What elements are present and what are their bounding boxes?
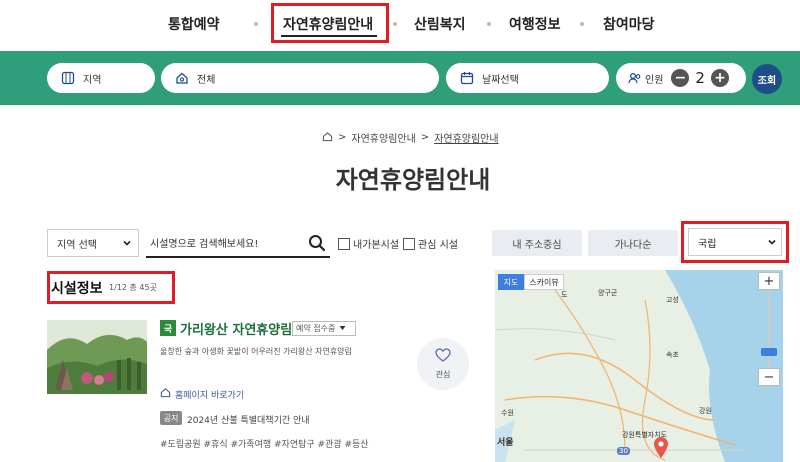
zoom-in-button[interactable]: + <box>758 272 780 290</box>
breadcrumb: > 자연휴양림안내 > 자연휴양림안내 <box>322 130 499 145</box>
nav-separator-dot <box>393 22 397 26</box>
operator-type-select[interactable]: 국립 <box>688 228 782 256</box>
nav-separator-dot <box>487 22 491 26</box>
people-field-label: 인원 <box>645 74 664 86</box>
notice-text-link[interactable]: 2024년 산불 특별대책기간 안내 <box>187 413 310 426</box>
nav-separator-dot <box>254 22 258 26</box>
region-select-value: 지역 선택 <box>57 239 97 251</box>
map-tab-skyview[interactable]: 스카이뷰 <box>524 274 564 290</box>
nav-item-forest-welfare[interactable]: 산림복지 <box>414 14 466 34</box>
facility-tags: #도립공원 #휴식 #가족여행 #자연탐구 #관광 #등산 <box>160 440 369 450</box>
region-select[interactable]: 지역 선택 <box>47 229 139 257</box>
breadcrumb-current[interactable]: 자연휴양림안내 <box>434 130 498 145</box>
facility-thumbnail[interactable] <box>47 320 147 394</box>
heart-icon <box>435 348 451 364</box>
facility-search-input[interactable]: 시설명으로 검색해보세요! <box>146 229 330 258</box>
facility-search-placeholder: 시설명으로 검색해보세요! <box>150 239 259 250</box>
home-icon[interactable] <box>322 131 333 145</box>
homepage-link-label: 홈페이지 바로가기 <box>175 390 245 401</box>
map-icon <box>61 71 75 85</box>
region-field-label: 지역 <box>83 74 102 86</box>
date-field-label: 날짜선택 <box>482 74 519 86</box>
facility-info-title: 시설정보 <box>51 281 103 297</box>
people-minus-button[interactable]: − <box>671 69 690 87</box>
zoom-out-button[interactable]: − <box>758 368 780 386</box>
national-badge: 국 <box>160 320 176 336</box>
home-location-icon <box>175 71 189 85</box>
map-zoom-control: + − <box>758 272 780 390</box>
location-pin-icon[interactable] <box>653 436 669 462</box>
reservation-status-label: 예약 접수중 <box>296 324 336 333</box>
checkbox-box[interactable] <box>403 237 415 250</box>
main-nav: 통합예약 자연휴양림안내 산림복지 여행정보 참여마당 <box>0 0 800 50</box>
nav-separator-dot <box>580 22 584 26</box>
nav-item-participation[interactable]: 참여마당 <box>603 14 655 34</box>
people-count: 2 <box>695 69 705 87</box>
map-label: 서울 <box>497 438 514 448</box>
people-icon <box>628 71 642 85</box>
nav-active-underline <box>281 35 377 37</box>
search-icon[interactable] <box>308 234 326 255</box>
zoom-slider-track[interactable] <box>768 292 770 368</box>
chevron-down-icon <box>767 237 777 250</box>
breadcrumb-separator: > <box>338 132 347 143</box>
region-field[interactable]: 지역 <box>47 63 155 93</box>
breadcrumb-level1[interactable]: 자연휴양림안내 <box>351 130 415 145</box>
facility-field[interactable]: 전체 <box>161 63 439 93</box>
map-label: 양구군 <box>598 289 618 297</box>
map-label: 수원 <box>501 409 514 417</box>
sort-by-my-address-button[interactable]: 내 주소중심 <box>492 230 582 256</box>
caret-down-icon <box>339 324 346 333</box>
calendar-icon <box>460 71 474 85</box>
facility-name-link[interactable]: 가리왕산 자연휴양림 <box>180 319 292 338</box>
facility-map[interactable]: 지도 스카이뷰 도 양구군 고성 속초 강원 수원 강원특별자치도 서울 30 <box>495 270 783 462</box>
nav-item-integrated-reservation[interactable]: 통합예약 <box>168 14 220 34</box>
sort-alphabetical-button[interactable]: 가나다순 <box>588 230 678 256</box>
map-label: 도 <box>561 291 568 299</box>
map-tab-map[interactable]: 지도 <box>498 274 524 290</box>
reservation-status-dropdown[interactable]: 예약 접수중 <box>292 321 356 336</box>
facility-description: 울창한 숲과 아생화 꽃밭이 어우러진 가리왕산 자연휴양림 <box>160 347 352 356</box>
visited-facility-checkbox[interactable]: 내가본시설 <box>338 236 399 251</box>
favorite-button[interactable]: 관심 <box>417 338 469 390</box>
visited-facility-label: 내가본시설 <box>353 240 399 251</box>
people-field: 인원 − 2 + <box>616 63 746 93</box>
nav-item-travel-info[interactable]: 여행정보 <box>509 14 561 34</box>
chevron-down-icon <box>122 238 132 251</box>
map-label: 속초 <box>666 351 679 359</box>
homepage-link[interactable]: 홈페이지 바로가기 <box>160 387 244 401</box>
map-label: 강원 <box>699 407 712 415</box>
notice-badge: 공지 <box>160 411 182 425</box>
date-field[interactable]: 날짜선택 <box>446 63 609 93</box>
facility-info-count: 1/12 총 45곳 <box>109 283 157 292</box>
interest-facility-label: 관심 시설 <box>418 240 458 251</box>
map-label: 고성 <box>666 296 679 304</box>
page-title: 자연휴양림안내 <box>335 166 491 194</box>
lookup-button[interactable]: 조회 <box>752 64 782 94</box>
checkbox-box[interactable] <box>338 237 350 250</box>
highway-badge: 30 <box>617 447 630 455</box>
breadcrumb-separator: > <box>420 132 430 143</box>
home-icon <box>160 387 171 401</box>
favorite-label: 관심 <box>435 370 451 379</box>
zoom-slider-handle[interactable] <box>761 348 777 356</box>
interest-facility-checkbox[interactable]: 관심 시설 <box>403 236 458 251</box>
nav-item-forest-guide[interactable]: 자연휴양림안내 <box>283 14 373 34</box>
people-plus-button[interactable]: + <box>710 69 729 87</box>
facility-field-label: 전체 <box>197 74 216 86</box>
operator-type-value: 국립 <box>698 238 717 250</box>
